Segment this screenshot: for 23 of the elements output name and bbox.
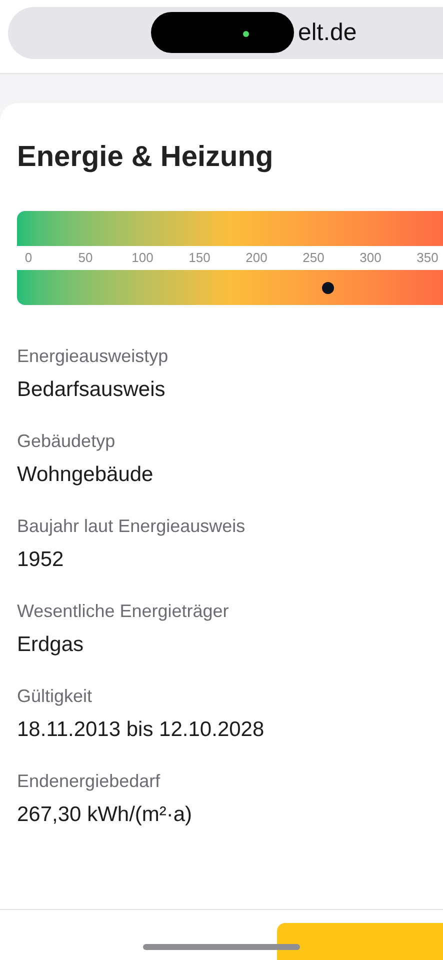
field-label: Wesentliche Energieträger [17,600,230,623]
scale-tick-label: 350 [416,249,440,268]
field-value: 267,30 kWh/(m²·a) [17,802,194,828]
section-title: Energie & Heizung [17,140,274,175]
scale-tick-label: 200 [244,249,268,268]
field-value: 18.11.2013 bis 12.10.2028 [17,717,266,743]
scale-tick-label: 250 [302,249,326,268]
scale-tick-label: 100 [130,249,154,268]
field-label: Gebäudetyp [17,430,116,453]
field-label: Baujahr laut Energieausweis [17,515,246,538]
scale-tick-label: 0 [24,249,34,268]
field-label: Endenergiebedarf [17,770,162,793]
field-label: Gültigkeit [17,685,94,708]
field-label: Energieausweistyp [17,345,170,368]
scale-tick-label: 50 [77,249,94,268]
field-value: 1952 [17,547,65,573]
scale-tick-label: 150 [188,249,212,268]
scale-tick-label: 300 [358,249,382,268]
field-value: Bedarfsausweis [17,377,166,403]
address-bar[interactable]: elt.de [8,7,443,59]
url-text: elt.de [298,18,357,48]
field-value: Wohngebäude [17,462,154,488]
field-value: Erdgas [17,632,85,658]
